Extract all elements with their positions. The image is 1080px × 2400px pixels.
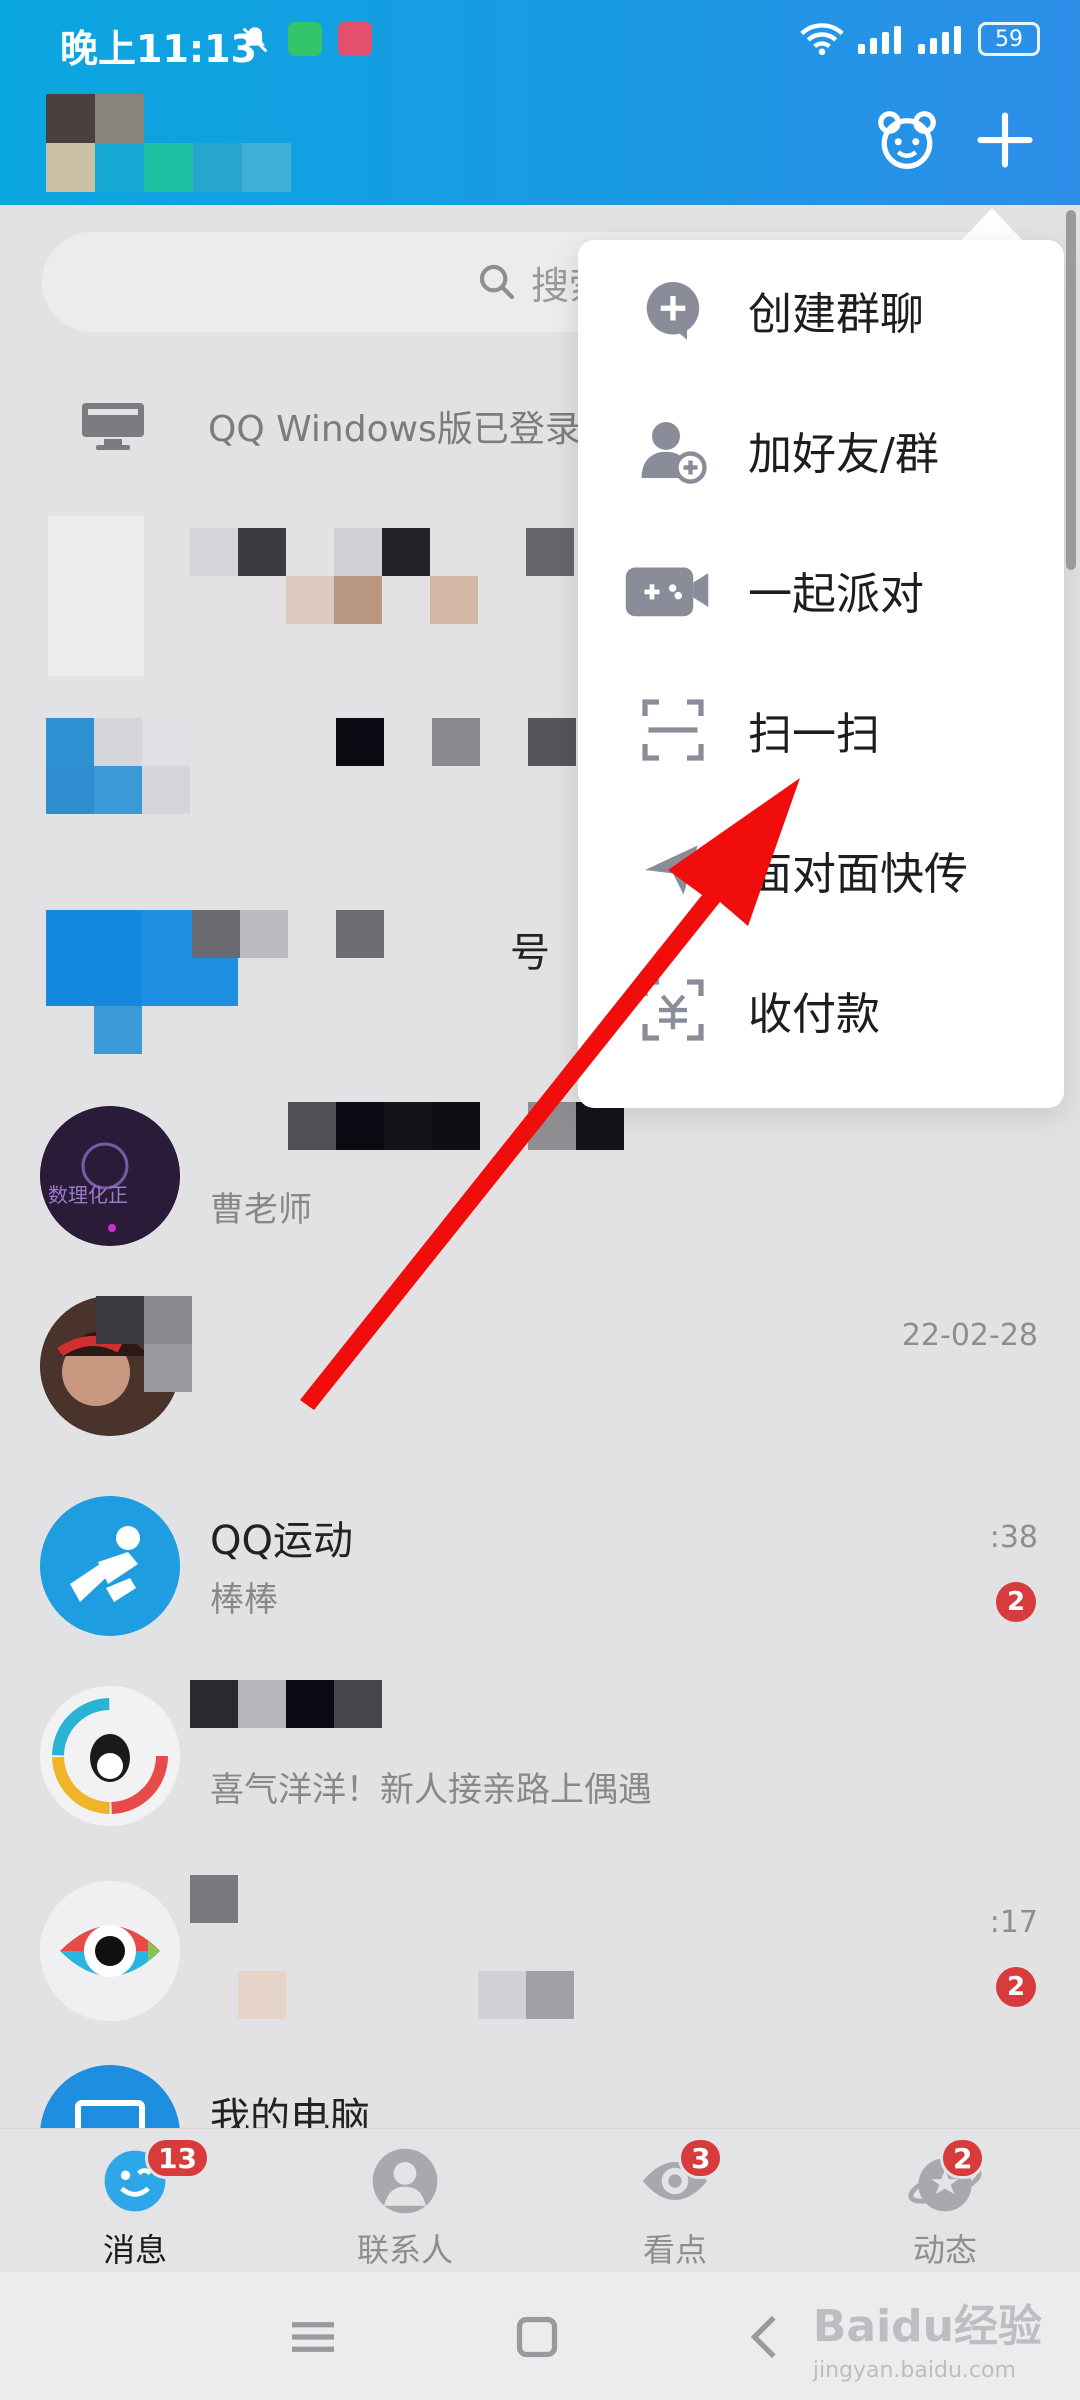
back-icon[interactable] [730,2302,800,2372]
avatar [40,1496,180,1636]
tab-label: 联系人 [356,2231,453,2269]
avatar: 数理化正 [40,1106,180,1246]
menu-item-party[interactable]: 一起派对 [578,520,1064,660]
tab-moments[interactable]: 2 动态 [810,2129,1080,2273]
status-time: 晚上11:13 [60,27,257,71]
watermark-url: jingyan.baidu.com [812,2358,1016,2383]
create-group-icon [638,275,708,345]
desktop-icon [82,402,144,450]
battery-indicator: 59 [978,22,1040,56]
home-icon[interactable] [502,2302,572,2372]
signal-icon [858,24,904,54]
tab-badge: 2 [940,2137,986,2179]
scan-icon [638,695,708,765]
unread-badge: 2 [996,1967,1036,2007]
tab-label: 动态 [912,2231,977,2269]
app-notification-icon [338,22,372,56]
chat-title: 号 [510,930,550,976]
face-to-face-transfer-icon [638,835,708,905]
menu-item-label: 扫一扫 [748,709,880,760]
bell-muted-icon [238,22,272,56]
wifi-icon [800,23,844,56]
list-item[interactable]: QQ运动 棒棒 :38 2 [0,1460,1080,1650]
tab-contacts[interactable]: 联系人 [270,2129,540,2273]
chat-subtitle: 曹老师 [210,1190,312,1230]
plus-icon[interactable] [970,105,1040,175]
avatar[interactable] [46,94,291,192]
list-item[interactable]: 喜气洋洋！新人接亲路上偶遇 [0,1650,1080,1840]
svg-text:数理化正: 数理化正 [48,1183,128,1207]
chat-time: 22-02-28 [901,1318,1038,1353]
app-notification-icon [288,22,322,56]
unread-badge: 2 [996,1582,1036,1622]
avatar [48,516,144,676]
menu-item-scan[interactable]: 扫一扫 [578,660,1064,800]
list-item[interactable]: 我的电脑 [0,2035,1080,2128]
chat-subtitle: 喜气洋洋！新人接亲路上偶遇 [210,1770,652,1810]
menu-item-payment[interactable]: 收付款 [578,940,1064,1080]
scrollbar[interactable] [1066,210,1076,570]
menu-item-label: 收付款 [748,989,880,1040]
watermark-brand: Baidu经验 [812,2301,1042,2352]
avatar [40,2065,180,2128]
menu-item-label: 创建群聊 [748,289,924,340]
menu-item-label: 加好友/群 [748,429,939,480]
chat-title: 我的电脑 [210,2095,370,2128]
menu-item-add-friend[interactable]: 加好友/群 [578,380,1064,520]
list-item[interactable]: :17 2 [0,1845,1080,2035]
tab-messages[interactable]: 13 消息 [0,2129,270,2273]
chat-time: :17 [989,1905,1038,1940]
mascot-icon[interactable] [872,105,942,175]
watermark: Baidu经验 jingyan.baidu.com [813,2290,1042,2383]
menu-item-create-group[interactable]: 创建群聊 [578,240,1064,380]
pc-login-text: QQ Windows版已登录 [208,408,581,450]
tab-badge: 13 [145,2137,210,2179]
top-bar: 晚上11:13 59 [0,0,1080,205]
avatar [40,1686,180,1826]
chat-time: :38 [989,1520,1038,1555]
tab-badge: 3 [678,2137,724,2179]
avatar [40,1881,180,2021]
menu-item-label: 一起派对 [748,569,924,620]
bottom-tab-bar: 13 消息 联系人 3 看点 2 动态 [0,2128,1080,2272]
add-friend-icon [638,415,708,485]
status-indicators: 59 [800,22,1040,56]
popup-caret [960,208,1024,242]
plus-popup-menu: 创建群聊 加好友/群 一起派对 扫一扫 面对面快传 收付款 [578,240,1064,1108]
list-item[interactable]: 22-02-28 [0,1260,1080,1450]
contacts-icon [367,2143,443,2219]
menu-icon[interactable] [278,2302,348,2372]
signal-icon [918,24,964,54]
menu-item-face-transfer[interactable]: 面对面快传 [578,800,1064,940]
menu-item-label: 面对面快传 [748,849,968,900]
tab-label: 看点 [642,2231,707,2269]
payment-icon [638,975,708,1045]
search-icon [479,264,515,300]
tab-watch[interactable]: 3 看点 [540,2129,810,2273]
chat-title: QQ运动 [210,1518,353,1564]
status-bar: 晚上11:13 59 [0,0,1080,80]
chat-subtitle: 棒棒 [210,1580,278,1620]
tab-label: 消息 [102,2231,167,2269]
party-game-icon [622,555,712,625]
